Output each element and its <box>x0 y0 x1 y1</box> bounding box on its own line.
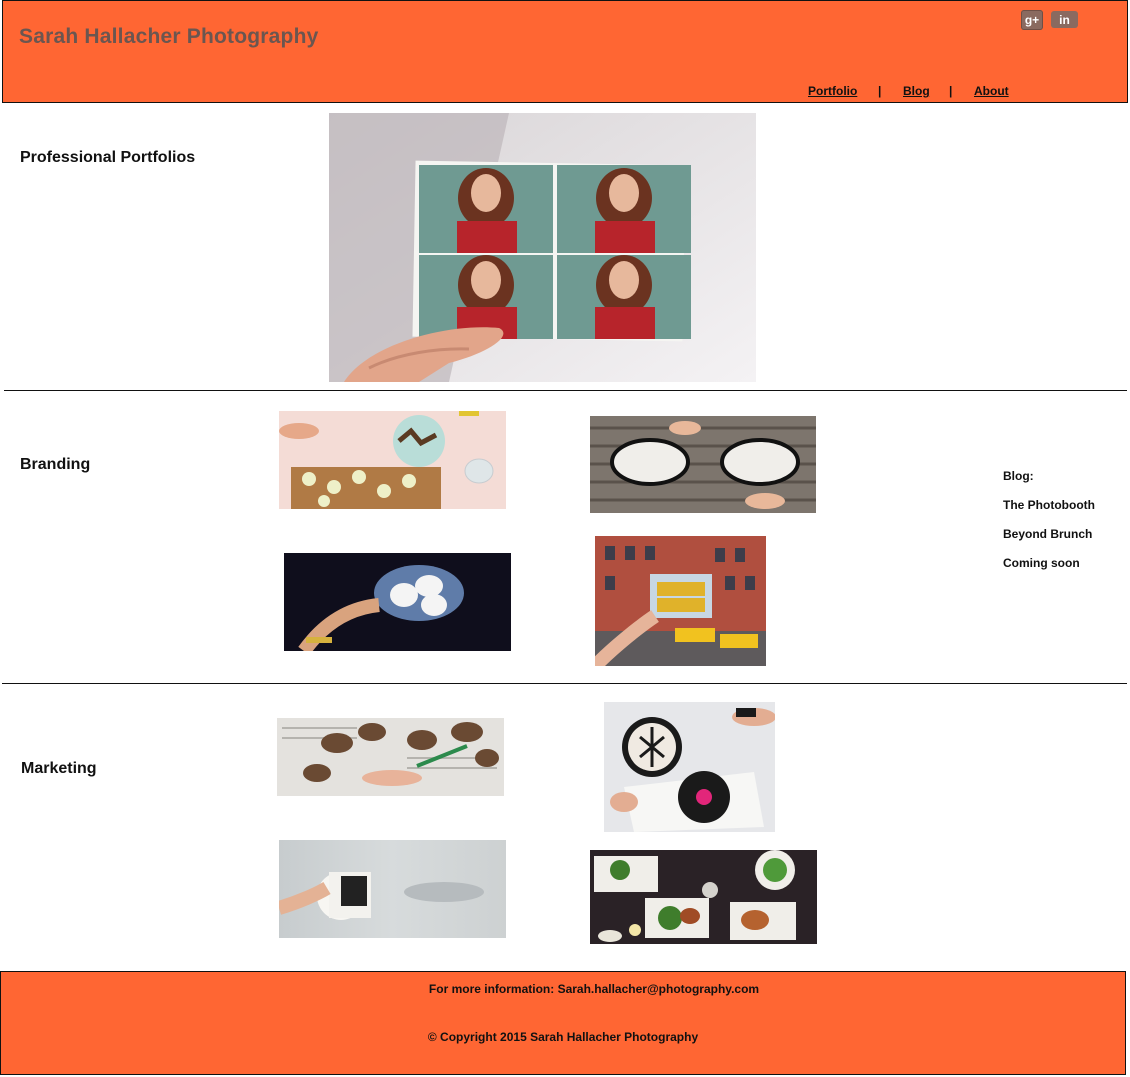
marketing-photo-cookie[interactable] <box>604 702 775 832</box>
nav-separator: | <box>878 84 882 98</box>
linkedin-icon[interactable]: in <box>1051 11 1078 28</box>
marketing-photo-wool-and-the-gang[interactable] <box>279 840 506 938</box>
branding-photo-two-plates[interactable] <box>590 416 816 513</box>
blog-item[interactable]: The Photobooth <box>1003 498 1098 527</box>
site-header: Sarah Hallacher Photography g+ in Portfo… <box>2 0 1128 103</box>
site-footer: For more information: Sarah.hallacher@ph… <box>0 971 1126 1075</box>
nav-about-link[interactable]: About <box>974 84 1009 98</box>
marketing-photo-brunch-table[interactable] <box>590 850 817 944</box>
site-title[interactable]: Sarah Hallacher Photography <box>19 25 318 49</box>
section-divider <box>2 683 1127 684</box>
nav-portfolio-link[interactable]: Portfolio <box>808 84 857 98</box>
blog-heading: Blog: <box>1003 469 1034 483</box>
footer-copyright: © Copyright 2015 Sarah Hallacher Photogr… <box>427 1030 699 1044</box>
nav-separator: | <box>949 84 953 98</box>
section-divider <box>4 390 1127 391</box>
nav-blog-link[interactable]: Blog <box>903 84 930 98</box>
blog-item[interactable]: Beyond Brunch <box>1003 527 1098 556</box>
section-title-branding: Branding <box>20 456 91 473</box>
branding-photo-marshmallow-bowl[interactable] <box>284 553 511 651</box>
branding-photo-nuts-4-nuts[interactable] <box>595 536 766 666</box>
footer-contact[interactable]: For more information: Sarah.hallacher@ph… <box>1 982 1125 996</box>
section-title-marketing: Marketing <box>21 760 97 777</box>
branding-photo-cucumber-board[interactable] <box>279 411 506 509</box>
portfolio-photo-booth-strip[interactable] <box>329 113 756 382</box>
section-title-portfolios: Professional Portfolios <box>20 149 196 166</box>
blog-item[interactable]: Coming soon <box>1003 556 1098 585</box>
blog-sidebar: Blog: The Photobooth Beyond Brunch Comin… <box>1003 469 1098 585</box>
google-plus-icon[interactable]: g+ <box>1021 10 1043 30</box>
marketing-photo-pinecones[interactable] <box>277 718 504 796</box>
